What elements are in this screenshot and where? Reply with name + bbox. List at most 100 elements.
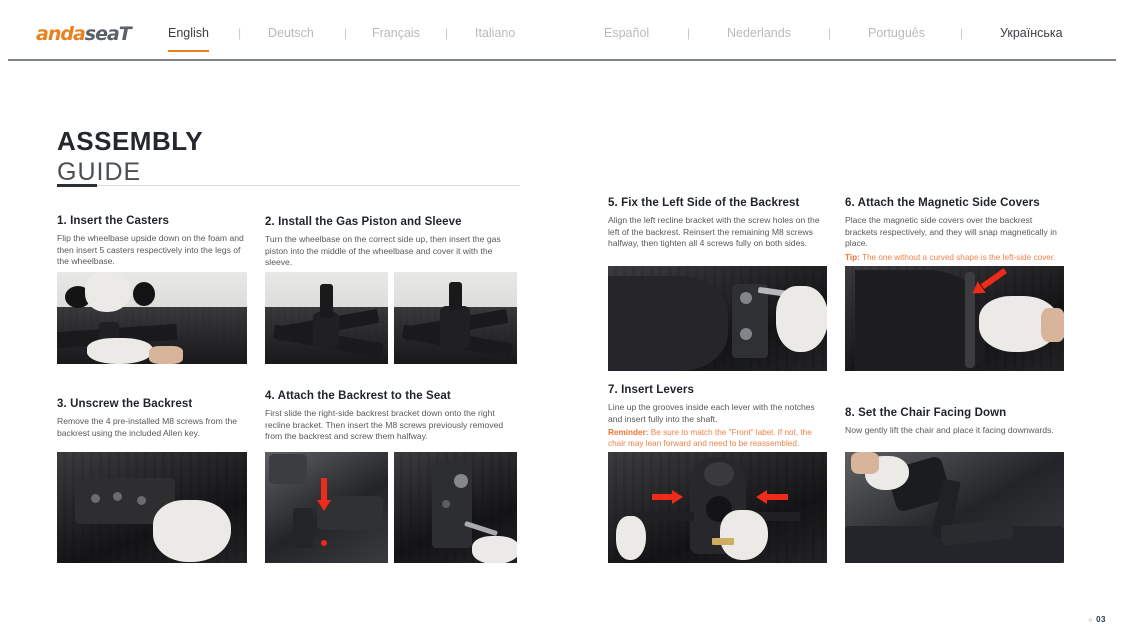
step-4-photo-b	[394, 452, 517, 563]
step-6-tip-text: The one without a curved shape is the le…	[859, 252, 1056, 262]
gas-piston	[320, 284, 333, 318]
step-7-photo	[608, 452, 827, 563]
step-2-photo-b	[394, 272, 517, 364]
front-label	[712, 538, 734, 545]
step-3-heading: 3. Unscrew the Backrest	[57, 398, 193, 410]
step-3-photo	[57, 452, 247, 563]
step-5-heading: 5. Fix the Left Side of the Backrest	[608, 197, 800, 209]
step-4-photo-a	[265, 452, 388, 563]
step-2-photo-a	[265, 272, 388, 364]
step-6-body: Place the magnetic side covers over the …	[845, 215, 1057, 249]
step-3: 3. Unscrew the Backrest Remove the 4 pre…	[57, 397, 247, 439]
assembly-guide-page: andaseaT English | Deutsch | Français | …	[0, 0, 1124, 642]
active-lang-underline	[168, 49, 209, 52]
down-arrow-icon	[317, 500, 331, 511]
forearm	[149, 346, 183, 364]
step-6: 6. Attach the Magnetic Side Covers Place…	[845, 196, 1065, 263]
logo-text-seat: seaT	[84, 23, 132, 45]
arrow-left-stem	[766, 494, 788, 500]
step-2: 2. Install the Gas Piston and Sleeve Tur…	[265, 215, 521, 269]
gas-piston	[449, 282, 462, 310]
nav-separator-2: |	[344, 26, 348, 40]
recline-bracket	[293, 508, 313, 548]
step-7-heading: 7. Insert Levers	[608, 384, 694, 396]
alignment-dot	[321, 540, 327, 546]
screw-hole-3	[137, 496, 146, 505]
step-6-tip: Tip: The one without a curved shape is t…	[845, 252, 1065, 263]
lever-left	[636, 512, 694, 521]
step-4-heading: 4. Attach the Backrest to the Seat	[265, 390, 451, 402]
screw-head-bottom	[740, 328, 752, 340]
forearm	[1041, 308, 1064, 342]
lang-link-ukrainian[interactable]: Українська	[1000, 26, 1063, 40]
lang-link-portugues[interactable]: Português	[868, 26, 925, 40]
screw-hole	[442, 500, 450, 508]
step-1-body: Flip the wheelbase upside down on the fo…	[57, 233, 244, 267]
step-5-photo	[608, 266, 827, 371]
screw-hole-1	[91, 494, 100, 503]
nav-separator-6: |	[960, 26, 964, 40]
lang-link-italiano[interactable]: Italiano	[475, 26, 515, 40]
language-switcher: English | Deutsch | Français | Italiano …	[160, 0, 1100, 60]
step-4-body: First slide the right-side backrest brac…	[265, 408, 504, 442]
backrest-bracket	[432, 462, 472, 548]
step-6-tip-label: Tip:	[845, 252, 860, 262]
arrow-down-stem	[321, 478, 327, 502]
step-6-heading: 6. Attach the Magnetic Side Covers	[845, 197, 1040, 209]
step-8: 8. Set the Chair Facing Down Now gently …	[845, 406, 1065, 437]
nav-separator-3: |	[445, 26, 449, 40]
lang-link-espanol[interactable]: Español	[604, 26, 649, 40]
page-title-line1: ASSEMBLY	[57, 126, 204, 156]
step-4: 4. Attach the Backrest to the Seat First…	[265, 389, 521, 443]
seat-edge	[269, 454, 307, 484]
step-1-heading: 1. Insert the Casters	[57, 215, 170, 227]
lang-link-nederlands[interactable]: Nederlands	[727, 26, 791, 40]
nav-separator-4: |	[687, 26, 691, 40]
screw-hole-2	[113, 492, 122, 501]
step-7-reminder-label: Reminder:	[608, 428, 649, 438]
gloved-hand-right	[720, 510, 768, 560]
andaseat-logo[interactable]: andaseaT	[36, 23, 132, 45]
step-8-photo	[845, 452, 1064, 563]
step-7-reminder: Reminder: Be sure to match the "Front" l…	[608, 427, 828, 449]
lang-link-english[interactable]: English	[168, 26, 209, 52]
step-1-photo	[57, 272, 247, 364]
gloved-hand	[776, 286, 827, 352]
gloved-hand-lower	[87, 338, 153, 364]
page-number-value: 03	[1096, 615, 1106, 624]
step-6-photo	[845, 266, 1064, 371]
step-5-body: Align the left recline bracket with the …	[608, 215, 820, 249]
step-8-heading: 8. Set the Chair Facing Down	[845, 407, 1007, 419]
gloved-hand-left	[616, 516, 646, 560]
lang-link-deutsch[interactable]: Deutsch	[268, 26, 314, 40]
chevron-right-icon: »	[1088, 615, 1094, 624]
nav-separator-5: |	[828, 26, 832, 40]
screw-head-top	[740, 292, 752, 304]
backrest-shell	[608, 276, 728, 371]
top-navigation-bar: andaseaT English | Deutsch | Français | …	[0, 0, 1124, 61]
page-title: ASSEMBLY GUIDE	[57, 128, 203, 186]
gloved-hand	[472, 536, 517, 563]
page-number: » 03	[1088, 615, 1106, 624]
screw-head	[454, 474, 468, 488]
title-divider	[57, 185, 520, 186]
lang-link-francais[interactable]: Français	[372, 26, 420, 40]
nav-bottom-rule	[8, 59, 1116, 61]
arrow-right-stem	[652, 494, 674, 500]
left-arrow-icon	[756, 490, 767, 504]
gloved-hand	[153, 500, 231, 562]
step-2-body: Turn the wheelbase on the correct side u…	[265, 234, 501, 268]
step-1: 1. Insert the Casters Flip the wheelbase…	[57, 214, 247, 268]
logo-text-anda: anda	[36, 23, 86, 45]
mechanism-top	[704, 462, 734, 486]
step-5: 5. Fix the Left Side of the Backrest Ali…	[608, 196, 828, 250]
step-8-body: Now gently lift the chair and place it f…	[845, 425, 1054, 435]
forearm	[851, 452, 879, 474]
nav-separator-1: |	[238, 26, 242, 40]
piston-sleeve	[440, 306, 470, 348]
step-3-body: Remove the 4 pre-installed M8 screws fro…	[57, 416, 238, 438]
step-2-heading: 2. Install the Gas Piston and Sleeve	[265, 216, 462, 228]
title-divider-accent	[57, 184, 97, 187]
lang-label: English	[168, 26, 209, 40]
step-7: 7. Insert Levers Line up the grooves ins…	[608, 383, 828, 449]
